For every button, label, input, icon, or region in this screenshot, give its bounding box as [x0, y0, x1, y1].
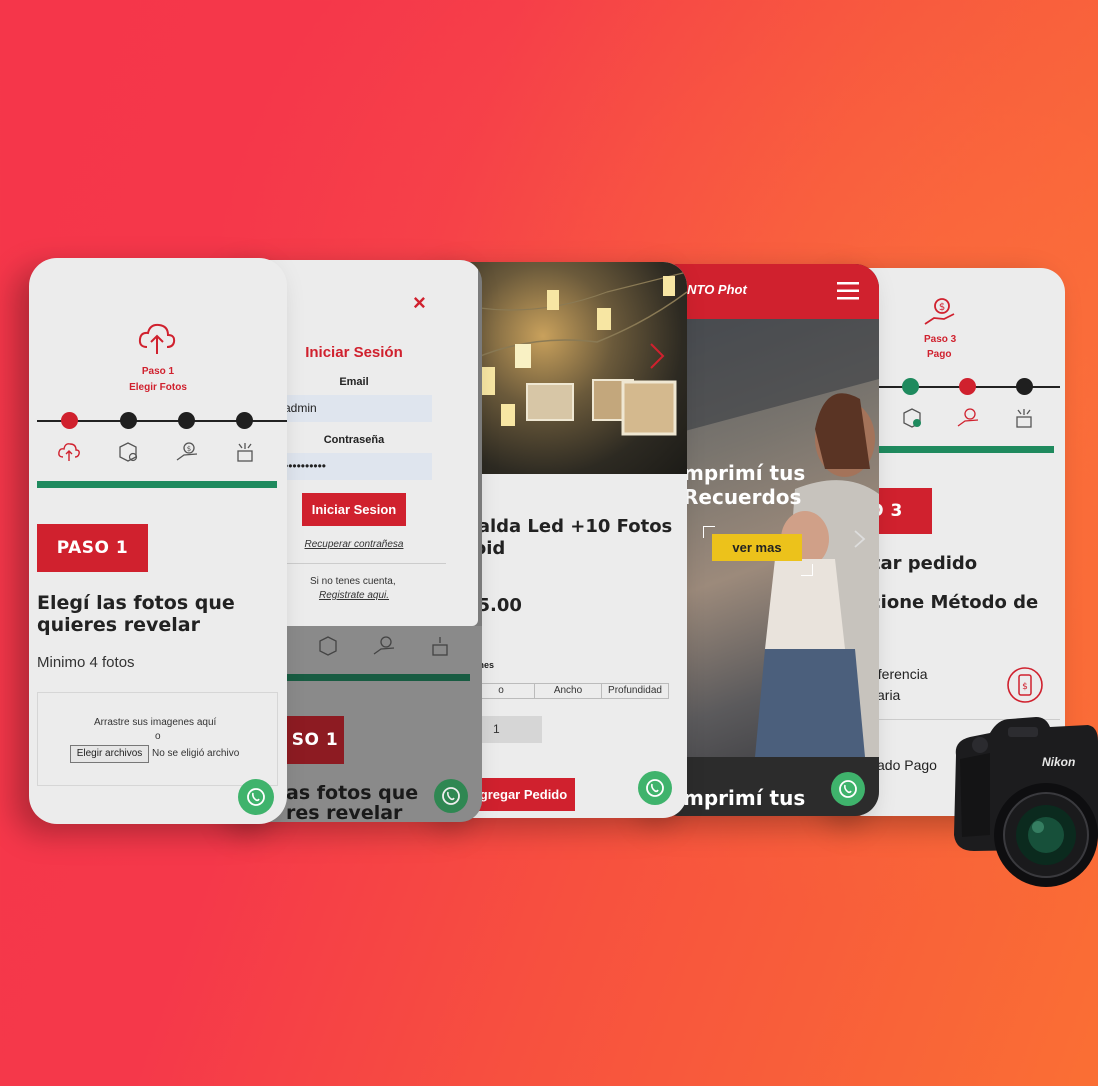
nikon-camera-image: Nikon	[950, 715, 1098, 890]
carousel-next-icon[interactable]	[649, 342, 665, 370]
step-dot-4	[1016, 378, 1033, 395]
option-mercado-pago[interactable]: cado Pago	[870, 757, 937, 773]
hand-money-icon: $	[176, 442, 198, 461]
hand-money-icon: $	[924, 298, 955, 325]
top-bar: ONTO Phot	[655, 264, 879, 319]
step-badge: SO 1	[286, 716, 344, 764]
step-dot-1	[61, 412, 78, 429]
gift-box-icon	[1016, 409, 1032, 428]
dimension-cell-2: Ancho	[535, 684, 602, 698]
payment-method-heading: cione Método de	[870, 592, 1039, 613]
ver-mas-button[interactable]: ver mas	[712, 534, 802, 561]
gift-box-icon	[432, 637, 448, 656]
hero-title-line2: Recuerdos	[683, 485, 802, 509]
email-field[interactable]: admin	[284, 395, 432, 422]
step-name: Pago	[927, 349, 952, 360]
password-field[interactable]: ••••••••••	[284, 453, 432, 480]
choose-files-button[interactable]: Elegir archivos	[70, 745, 149, 763]
quantity-input[interactable]: 1	[479, 716, 542, 743]
whatsapp-icon	[839, 780, 857, 798]
whatsapp-icon	[442, 787, 460, 805]
step-number: Paso 3	[924, 334, 957, 345]
dimension-cell-3: Profundidad	[608, 685, 662, 696]
svg-text:$: $	[187, 445, 191, 453]
gift-box-icon	[237, 443, 253, 462]
step-badge: PASO 1	[37, 524, 148, 572]
brand-logo[interactable]: ONTO Phot	[677, 282, 747, 297]
product-title-line2: roid	[465, 538, 506, 559]
step-name: Elegir Fotos	[129, 382, 187, 393]
dropzone[interactable]: Arrastre sus imagenes aquí o Elegir arch…	[37, 692, 278, 786]
box-icon	[119, 442, 138, 462]
footer-title: mprimí tus	[683, 786, 806, 810]
progress-bar	[37, 481, 277, 488]
hand-money-icon	[957, 408, 979, 427]
carousel-next-icon[interactable]	[853, 529, 867, 549]
box-icon	[319, 636, 337, 656]
phone-product: nalda Led +10 Fotos roid 05.00 ones o An…	[447, 262, 687, 818]
box-icon	[903, 408, 921, 428]
minimum-photos-text: Minimo 4 fotos	[37, 654, 135, 671]
step-dot-3	[178, 412, 195, 429]
whatsapp-button[interactable]	[238, 779, 274, 815]
no-account-text: Si no tenes cuenta,	[310, 576, 396, 587]
mobile-pay-icon[interactable]: $	[1006, 666, 1044, 704]
whatsapp-button[interactable]	[831, 772, 865, 806]
svg-text:$: $	[939, 302, 945, 313]
heading-fragment-2: res revelar	[286, 802, 403, 822]
whatsapp-icon	[247, 788, 265, 806]
camera-icon	[954, 717, 1098, 887]
phone-home-hero: ONTO Phot mprimí tus Recuerdos ver mas m…	[655, 264, 879, 816]
divider	[286, 563, 446, 564]
hand-money-icon	[373, 636, 395, 655]
hero-title-line1: mprimí tus	[683, 461, 806, 485]
close-icon[interactable]: ×	[413, 290, 426, 316]
cloud-upload-icon	[138, 323, 176, 354]
phone-step1-upload: Paso 1 Elegir Fotos $ PASO 1 Elegí las f…	[29, 258, 287, 824]
whatsapp-button[interactable]	[434, 779, 468, 813]
whatsapp-button[interactable]	[638, 771, 672, 805]
cloud-upload-icon	[58, 443, 80, 461]
svg-text:$: $	[1022, 682, 1028, 692]
dimensions-table: o Ancho Profundidad	[467, 683, 669, 699]
hamburger-menu-icon[interactable]	[837, 282, 859, 300]
step-dot-4	[236, 412, 253, 429]
section-heading: zar pedido	[870, 553, 978, 574]
login-submit-button[interactable]: Iniciar Sesion	[302, 493, 406, 526]
no-file-text: No se eligió archivo	[152, 748, 240, 759]
heading-line1: Elegí las fotos que	[37, 592, 235, 614]
whatsapp-icon	[646, 779, 664, 797]
product-title-line1: nalda Led +10 Fotos	[465, 516, 673, 537]
drop-instructions: Arrastre sus imagenes aquí	[94, 717, 217, 728]
heading-line2: quieres revelar	[37, 614, 200, 636]
product-photo	[447, 262, 687, 474]
step-number: Paso 1	[141, 366, 175, 377]
camera-brand-label: Nikon	[1042, 755, 1076, 769]
step-dot-2	[902, 378, 919, 395]
step-dot-3	[959, 378, 976, 395]
add-order-button[interactable]: gregar Pedido	[472, 778, 575, 811]
or-text: o	[155, 731, 161, 742]
step-dot-2	[120, 412, 137, 429]
